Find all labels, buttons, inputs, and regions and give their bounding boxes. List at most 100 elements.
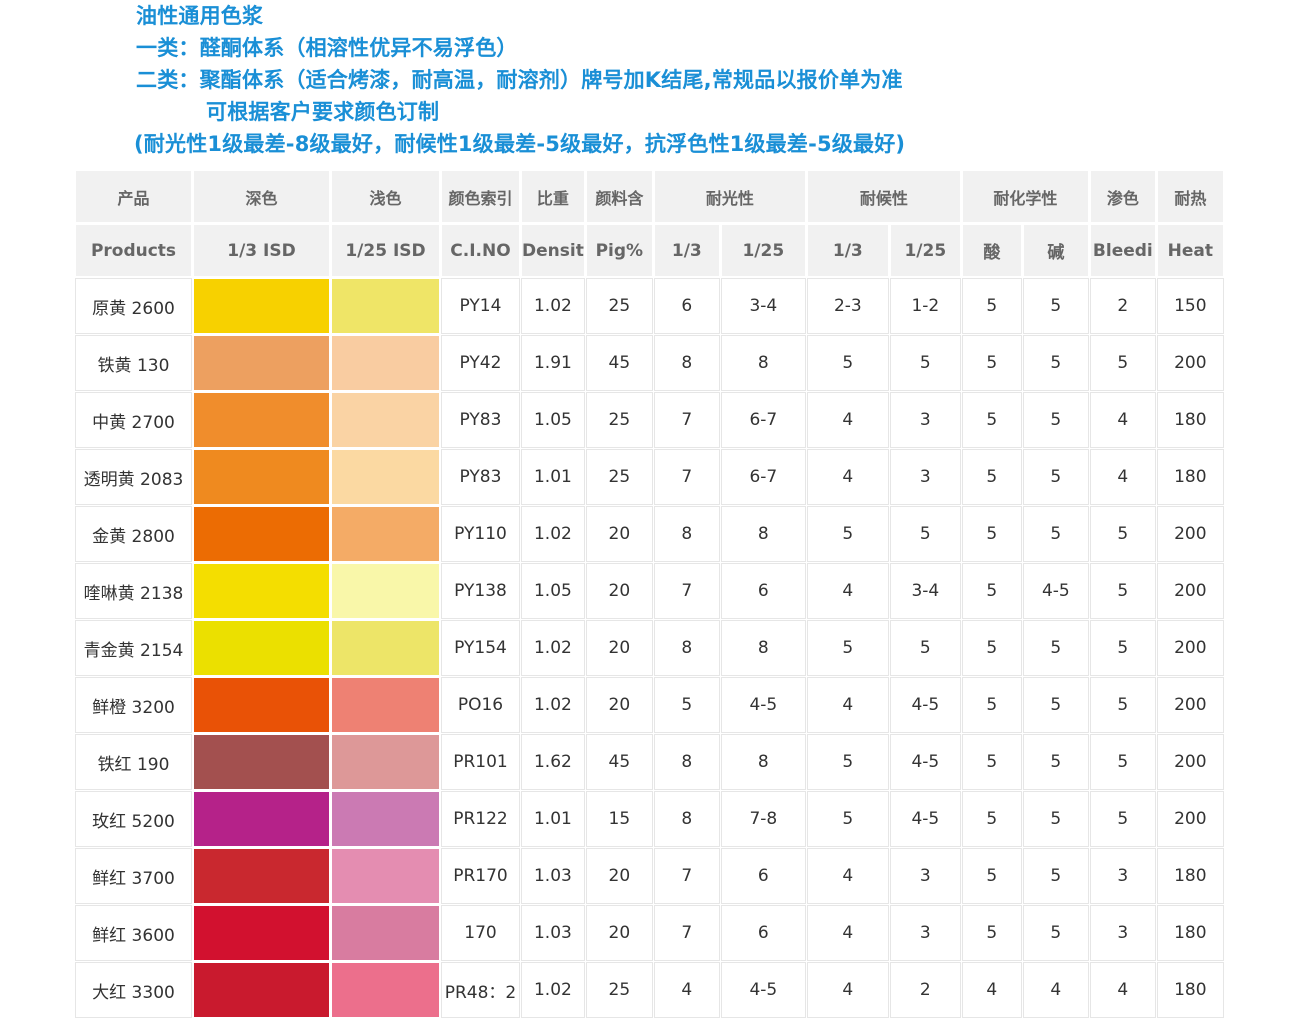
class-one-line: 一类：醛酮体系（相溶性优异不易浮色） bbox=[136, 36, 518, 60]
col-header-ci-en: C.I.NO bbox=[442, 225, 519, 276]
pigment-cell: 15 bbox=[586, 792, 652, 846]
col-header-product-cn: 产品 bbox=[76, 171, 191, 222]
lightfast-25th-cell: 6-7 bbox=[721, 450, 805, 504]
pigment-cell: 25 bbox=[586, 279, 652, 333]
light-color-swatch bbox=[332, 792, 439, 846]
deep-color-swatch bbox=[194, 279, 329, 333]
ci-cell: PR170 bbox=[442, 849, 519, 903]
col-header-density-cn: 比重 bbox=[522, 171, 584, 222]
weather-25th-cell: 3 bbox=[890, 450, 960, 504]
lightfast-third-cell: 4 bbox=[654, 963, 719, 1017]
bleed-cell: 4 bbox=[1090, 963, 1155, 1017]
lightfast-third-cell: 7 bbox=[654, 906, 719, 960]
col-header-alkali: 碱 bbox=[1023, 225, 1088, 276]
ci-cell: PY138 bbox=[442, 564, 519, 618]
ci-cell: PY110 bbox=[442, 507, 519, 561]
density-cell: 1.03 bbox=[522, 906, 584, 960]
heat-cell: 200 bbox=[1157, 564, 1223, 618]
ci-cell: PR122 bbox=[442, 792, 519, 846]
weather-25th-cell: 3 bbox=[890, 906, 960, 960]
bleed-cell: 5 bbox=[1090, 564, 1155, 618]
density-cell: 1.05 bbox=[522, 564, 584, 618]
alkali-cell: 5 bbox=[1023, 792, 1088, 846]
col-header-light-cn: 浅色 bbox=[332, 171, 439, 222]
acid-cell: 5 bbox=[962, 849, 1021, 903]
col-header-ci-cn: 颜色索引 bbox=[442, 171, 519, 222]
pigment-cell: 25 bbox=[586, 963, 652, 1017]
deep-color-swatch bbox=[194, 735, 329, 789]
deep-color-swatch bbox=[194, 507, 329, 561]
table-row: 中黄 2700 PY83 1.05 25 7 6-7 4 3 5 5 4 180 bbox=[76, 393, 1223, 447]
weather-third-cell: 4 bbox=[807, 678, 888, 732]
col-header-weather-cn: 耐候性 bbox=[807, 171, 960, 222]
pigment-cell: 20 bbox=[586, 678, 652, 732]
title-line: 油性通用色浆 bbox=[136, 4, 264, 28]
bleed-cell: 3 bbox=[1090, 849, 1155, 903]
weather-25th-cell: 1-2 bbox=[890, 279, 960, 333]
lightfast-third-cell: 7 bbox=[654, 393, 719, 447]
acid-cell: 5 bbox=[962, 564, 1021, 618]
light-color-swatch bbox=[332, 507, 439, 561]
class-two-line: 二类：聚酯体系（适合烤漆，耐高温，耐溶剂）牌号加K结尾,常规品以报价单为准 bbox=[136, 68, 903, 92]
ci-cell: PY14 bbox=[442, 279, 519, 333]
heat-cell: 200 bbox=[1157, 621, 1223, 675]
heat-cell: 200 bbox=[1157, 678, 1223, 732]
bleed-cell: 2 bbox=[1090, 279, 1155, 333]
weather-third-cell: 5 bbox=[807, 336, 888, 390]
weather-third-cell: 5 bbox=[807, 621, 888, 675]
density-cell: 1.02 bbox=[522, 678, 584, 732]
lightfast-third-cell: 6 bbox=[654, 279, 719, 333]
deep-color-swatch bbox=[194, 450, 329, 504]
pigment-cell: 25 bbox=[586, 393, 652, 447]
alkali-cell: 5 bbox=[1023, 279, 1088, 333]
density-cell: 1.01 bbox=[522, 792, 584, 846]
density-cell: 1.02 bbox=[522, 279, 584, 333]
weather-third-cell: 4 bbox=[807, 450, 888, 504]
deep-color-swatch bbox=[194, 792, 329, 846]
col-header-chemical-cn: 耐化学性 bbox=[962, 171, 1088, 222]
lightfast-25th-cell: 6 bbox=[721, 564, 805, 618]
alkali-cell: 5 bbox=[1023, 849, 1088, 903]
alkali-cell: 4-5 bbox=[1023, 564, 1088, 618]
product-name-cell: 鲜橙 3200 bbox=[76, 678, 191, 732]
ci-cell: PR101 bbox=[442, 735, 519, 789]
deep-color-swatch bbox=[194, 849, 329, 903]
lightfast-third-cell: 8 bbox=[654, 336, 719, 390]
col-header-heat-en: Heat bbox=[1157, 225, 1223, 276]
pigment-cell: 25 bbox=[586, 450, 652, 504]
weather-third-cell: 4 bbox=[807, 963, 888, 1017]
product-name-cell: 透明黄 2083 bbox=[76, 450, 191, 504]
heat-cell: 180 bbox=[1157, 450, 1223, 504]
ci-cell: PY154 bbox=[442, 621, 519, 675]
col-header-bleed-en: Bleedi bbox=[1090, 225, 1155, 276]
table-row: 喹啉黄 2138 PY138 1.05 20 7 6 4 3-4 5 4-5 5… bbox=[76, 564, 1223, 618]
alkali-cell: 5 bbox=[1023, 621, 1088, 675]
pigment-cell: 20 bbox=[586, 906, 652, 960]
lightfast-third-cell: 7 bbox=[654, 849, 719, 903]
header-row-cn: 产品 深色 浅色 颜色索引 比重 颜料含 耐光性 耐候性 耐化学性 渗色 耐热 bbox=[76, 171, 1223, 222]
ci-cell: PY83 bbox=[442, 450, 519, 504]
weather-25th-cell: 4-5 bbox=[890, 735, 960, 789]
lightfast-25th-cell: 6 bbox=[721, 849, 805, 903]
col-header-pigment-cn: 颜料含 bbox=[586, 171, 652, 222]
heat-cell: 200 bbox=[1157, 735, 1223, 789]
light-color-swatch bbox=[332, 678, 439, 732]
density-cell: 1.91 bbox=[522, 336, 584, 390]
col-header-weather-third: 1/3 bbox=[807, 225, 888, 276]
lightfast-third-cell: 8 bbox=[654, 507, 719, 561]
heat-cell: 180 bbox=[1157, 393, 1223, 447]
lightfast-25th-cell: 6-7 bbox=[721, 393, 805, 447]
weather-third-cell: 2-3 bbox=[807, 279, 888, 333]
lightfast-third-cell: 8 bbox=[654, 621, 719, 675]
bleed-cell: 4 bbox=[1090, 393, 1155, 447]
product-name-cell: 鲜红 3600 bbox=[76, 906, 191, 960]
col-header-heat-cn: 耐热 bbox=[1157, 171, 1223, 222]
heat-cell: 200 bbox=[1157, 336, 1223, 390]
col-header-light-en: 1/25 ISD bbox=[332, 225, 439, 276]
deep-color-swatch bbox=[194, 393, 329, 447]
deep-color-swatch bbox=[194, 963, 329, 1017]
spec-table: 产品 深色 浅色 颜色索引 比重 颜料含 耐光性 耐候性 耐化学性 渗色 耐热 … bbox=[73, 168, 1226, 1020]
table-body: 原黄 2600 PY14 1.02 25 6 3-4 2-3 1-2 5 5 2… bbox=[76, 279, 1223, 1017]
bleed-cell: 3 bbox=[1090, 906, 1155, 960]
alkali-cell: 5 bbox=[1023, 393, 1088, 447]
